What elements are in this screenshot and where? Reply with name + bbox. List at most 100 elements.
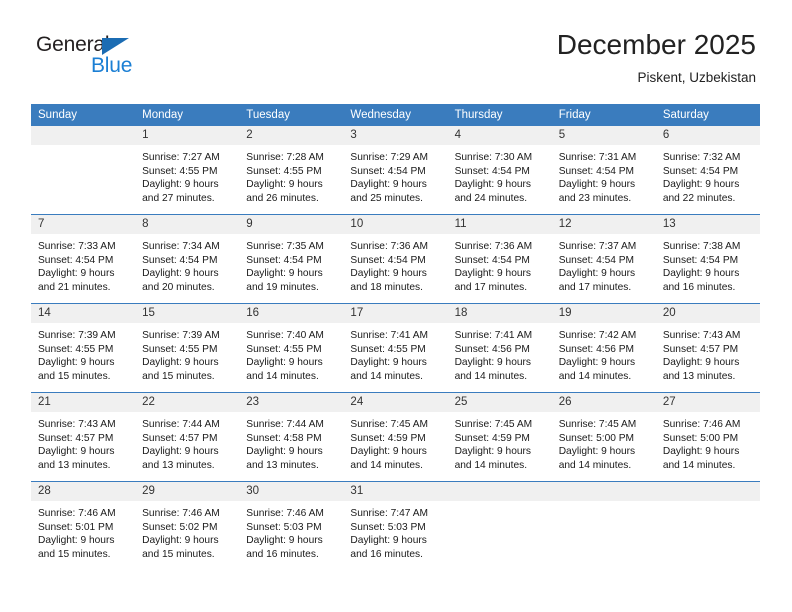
calendar-cell[interactable]: 3 Sunrise: 7:29 AM Sunset: 4:54 PM Daylight…	[343, 126, 448, 215]
day-details: Sunrise: 7:46 AM Sunset: 5:02 PM Daylight:…	[135, 501, 239, 561]
sunset-text: Sunset: 4:55 PM	[38, 343, 114, 355]
day-cell: 19 Sunrise: 7:42 AM Sunset: 4:56 PM Dayligh…	[551, 304, 656, 392]
calendar-cell[interactable]: 30 Sunrise: 7:46 AM Sunset: 5:03 PM Dayligh…	[239, 481, 344, 570]
calendar-week-row: 21 Sunrise: 7:43 AM Sunset: 4:57 PM Dayligh…	[31, 392, 760, 482]
calendar-cell[interactable]: 13 Sunrise: 7:38 AM Sunset: 4:54 PM Dayligh…	[655, 214, 760, 304]
day-cell: 26 Sunrise: 7:45 AM Sunset: 5:00 PM Dayligh…	[551, 393, 656, 481]
sunrise-text: Sunrise: 7:36 AM	[454, 241, 533, 252]
day-details: Sunrise: 7:39 AM Sunset: 4:55 PM Daylight:…	[135, 323, 239, 383]
calendar-cell[interactable]: 10 Sunrise: 7:36 AM Sunset: 4:54 PM Dayligh…	[343, 214, 448, 304]
calendar-cell[interactable]: 12 Sunrise: 7:37 AM Sunset: 4:54 PM Dayligh…	[551, 214, 656, 304]
sunrise-text: Sunrise: 7:38 AM	[662, 241, 741, 252]
day-details: Sunrise: 7:44 AM Sunset: 4:58 PM Daylight:…	[239, 412, 343, 472]
day-number: 24	[343, 393, 448, 412]
calendar-cell[interactable]: 24 Sunrise: 7:45 AM Sunset: 4:59 PM Dayligh…	[343, 392, 448, 482]
daylight-text-line1: Daylight: 9 hours	[454, 446, 532, 458]
day-number: 30	[239, 482, 344, 501]
day-cell: 16 Sunrise: 7:40 AM Sunset: 4:55 PM Dayligh…	[239, 304, 344, 392]
day-details	[31, 145, 135, 151]
daylight-text-line2: and 18 minutes.	[350, 281, 423, 293]
day-number: 13	[655, 215, 760, 234]
calendar-cell[interactable]: 14 Sunrise: 7:39 AM Sunset: 4:55 PM Dayligh…	[31, 303, 136, 393]
calendar-cell[interactable]: 22 Sunrise: 7:44 AM Sunset: 4:57 PM Dayligh…	[135, 392, 240, 482]
day-number: 22	[135, 393, 240, 412]
calendar-cell[interactable]: 31 Sunrise: 7:47 AM Sunset: 5:03 PM Dayligh…	[343, 481, 448, 570]
day-details: Sunrise: 7:45 AM Sunset: 5:00 PM Daylight:…	[552, 412, 656, 472]
daylight-text-line2: and 27 minutes.	[142, 192, 215, 204]
calendar-cell[interactable]: 18 Sunrise: 7:41 AM Sunset: 4:56 PM Dayligh…	[447, 303, 552, 393]
day-number: 11	[447, 215, 552, 234]
calendar-cell[interactable]: 7 Sunrise: 7:33 AM Sunset: 4:54 PM Daylight…	[31, 214, 136, 304]
sunset-text: Sunset: 4:59 PM	[350, 432, 426, 444]
calendar-cell[interactable]: 20 Sunrise: 7:43 AM Sunset: 4:57 PM Dayligh…	[655, 303, 760, 393]
day-details: Sunrise: 7:46 AM Sunset: 5:03 PM Daylight:…	[239, 501, 343, 561]
calendar-cell[interactable]: 29 Sunrise: 7:46 AM Sunset: 5:02 PM Dayligh…	[135, 481, 240, 570]
calendar-cell[interactable]: 5 Sunrise: 7:31 AM Sunset: 4:54 PM Daylight…	[551, 126, 656, 215]
day-details: Sunrise: 7:45 AM Sunset: 4:59 PM Daylight:…	[343, 412, 447, 472]
daylight-text-line1: Daylight: 9 hours	[246, 535, 323, 547]
calendar-body: 1 Sunrise: 7:27 AM Sunset: 4:55 PM Daylight…	[31, 126, 760, 570]
daylight-text-line1: Daylight: 9 hours	[142, 268, 219, 280]
day-cell	[551, 482, 656, 570]
sunset-text: Sunset: 4:54 PM	[142, 254, 218, 266]
day-cell: 11 Sunrise: 7:36 AM Sunset: 4:54 PM Dayligh…	[447, 215, 552, 303]
daylight-text-line2: and 16 minutes.	[246, 548, 319, 560]
daylight-text-line1: Daylight: 9 hours	[38, 535, 115, 547]
calendar-cell[interactable]: 1 Sunrise: 7:27 AM Sunset: 4:55 PM Daylight…	[135, 126, 240, 215]
day-details: Sunrise: 7:43 AM Sunset: 4:57 PM Daylight:…	[656, 323, 760, 383]
calendar-cell[interactable]: 9 Sunrise: 7:35 AM Sunset: 4:54 PM Daylight…	[239, 214, 344, 304]
day-number: 31	[343, 482, 448, 501]
calendar-cell[interactable]: 6 Sunrise: 7:32 AM Sunset: 4:54 PM Daylight…	[655, 126, 760, 215]
daylight-text-line1: Daylight: 9 hours	[246, 446, 323, 458]
calendar-cell[interactable]: 19 Sunrise: 7:42 AM Sunset: 4:56 PM Dayligh…	[551, 303, 656, 393]
calendar-cell[interactable]: 4 Sunrise: 7:30 AM Sunset: 4:54 PM Daylight…	[447, 126, 552, 215]
calendar-cell[interactable]: 23 Sunrise: 7:44 AM Sunset: 4:58 PM Dayligh…	[239, 392, 344, 482]
calendar-cell[interactable]: 15 Sunrise: 7:39 AM Sunset: 4:55 PM Dayligh…	[135, 303, 240, 393]
page-title: December 2025	[556, 29, 756, 60]
calendar-cell[interactable]: 11 Sunrise: 7:36 AM Sunset: 4:54 PM Dayligh…	[447, 214, 552, 304]
calendar-cell[interactable]: 16 Sunrise: 7:40 AM Sunset: 4:55 PM Dayligh…	[239, 303, 344, 393]
sunrise-text: Sunrise: 7:46 AM	[38, 508, 116, 519]
column-header-friday: Friday	[551, 104, 656, 126]
column-header-saturday: Saturday	[655, 104, 760, 126]
sunset-text: Sunset: 4:57 PM	[662, 343, 739, 355]
calendar-cell[interactable]: 21 Sunrise: 7:43 AM Sunset: 4:57 PM Dayligh…	[31, 392, 136, 482]
calendar-week-row: 28 Sunrise: 7:46 AM Sunset: 5:01 PM Dayligh…	[31, 481, 760, 570]
calendar-cell[interactable]: 28 Sunrise: 7:46 AM Sunset: 5:01 PM Dayligh…	[31, 481, 136, 570]
day-cell: 6 Sunrise: 7:32 AM Sunset: 4:54 PM Daylight…	[655, 126, 760, 214]
day-number: 25	[447, 393, 552, 412]
day-cell: 5 Sunrise: 7:31 AM Sunset: 4:54 PM Daylight…	[551, 126, 656, 214]
day-number: 27	[655, 393, 760, 412]
day-number: 7	[31, 215, 136, 234]
sunrise-text: Sunrise: 7:28 AM	[246, 152, 324, 163]
day-details: Sunrise: 7:41 AM Sunset: 4:56 PM Daylight:…	[448, 323, 552, 383]
daylight-text-line1: Daylight: 9 hours	[558, 446, 636, 458]
sunrise-text: Sunrise: 7:45 AM	[454, 419, 533, 430]
day-details: Sunrise: 7:27 AM Sunset: 4:55 PM Daylight:…	[135, 145, 239, 205]
day-number: 10	[343, 215, 448, 234]
sunrise-text: Sunrise: 7:37 AM	[558, 241, 637, 252]
daylight-text-line2: and 14 minutes.	[454, 370, 528, 382]
sunset-text: Sunset: 4:55 PM	[142, 165, 218, 177]
sunset-text: Sunset: 4:58 PM	[246, 432, 322, 444]
page-header: General Blue December 2025 Piskent, Uzbe…	[0, 0, 792, 100]
daylight-text-line2: and 15 minutes.	[38, 370, 111, 382]
brand-logo[interactable]: General Blue	[36, 33, 216, 83]
calendar-cell[interactable]: 8 Sunrise: 7:34 AM Sunset: 4:54 PM Daylight…	[135, 214, 240, 304]
day-number: 19	[551, 304, 656, 323]
calendar-cell[interactable]: 27 Sunrise: 7:46 AM Sunset: 5:00 PM Dayligh…	[655, 392, 760, 482]
day-cell: 2 Sunrise: 7:28 AM Sunset: 4:55 PM Daylight…	[239, 126, 344, 214]
calendar-cell	[31, 126, 136, 215]
day-number	[447, 482, 552, 501]
sunrise-text: Sunrise: 7:33 AM	[38, 241, 116, 252]
day-details: Sunrise: 7:42 AM Sunset: 4:56 PM Daylight:…	[552, 323, 656, 383]
sunrise-text: Sunrise: 7:30 AM	[454, 152, 533, 163]
calendar-cell[interactable]: 25 Sunrise: 7:45 AM Sunset: 4:59 PM Dayligh…	[447, 392, 552, 482]
daylight-text-line2: and 14 minutes.	[558, 459, 632, 471]
day-cell	[447, 482, 552, 570]
calendar-cell[interactable]: 26 Sunrise: 7:45 AM Sunset: 5:00 PM Dayligh…	[551, 392, 656, 482]
calendar-cell[interactable]: 17 Sunrise: 7:41 AM Sunset: 4:55 PM Dayligh…	[343, 303, 448, 393]
daylight-text-line1: Daylight: 9 hours	[558, 357, 636, 369]
daylight-text-line1: Daylight: 9 hours	[38, 357, 115, 369]
calendar-cell[interactable]: 2 Sunrise: 7:28 AM Sunset: 4:55 PM Daylight…	[239, 126, 344, 215]
